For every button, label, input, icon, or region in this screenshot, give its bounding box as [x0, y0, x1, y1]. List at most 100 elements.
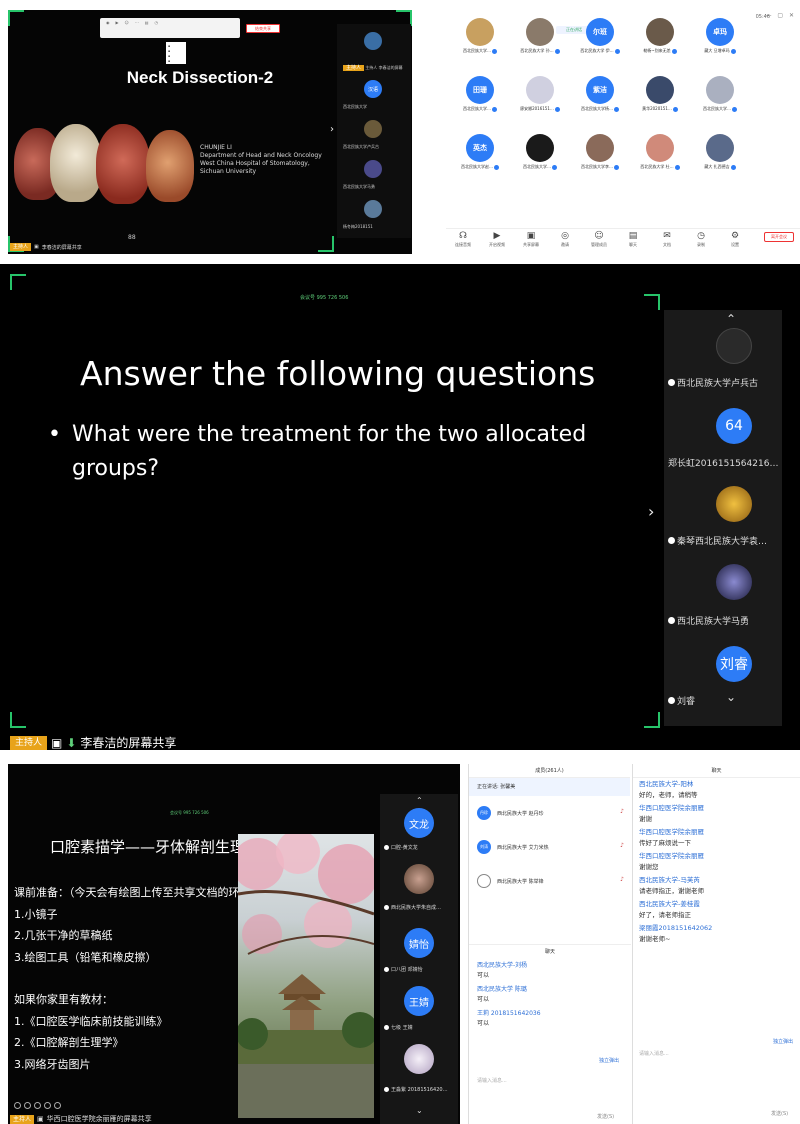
member-row[interactable]: 西北民族大学 陈举锋 ♪	[469, 864, 630, 898]
share-toolbar[interactable]: ◉ ▶ ☺ ⋯ ▤ ◷	[100, 18, 240, 38]
meeting-id-label: 会议号 995 726 506	[170, 810, 209, 815]
participant-tile[interactable]: 西北民族大学 杜…	[630, 134, 690, 174]
slide-line: 1.《口腔医学临床前技能训练》	[14, 1014, 168, 1028]
chevron-right-icon[interactable]: ›	[330, 124, 334, 135]
avatar	[706, 134, 734, 162]
avatar: 汉语	[364, 80, 382, 98]
eraser-icon[interactable]	[34, 1102, 41, 1109]
invite-button[interactable]: ◎ 邀请	[552, 231, 578, 248]
toolbar-dropdown-menu[interactable]: ▪ ▪ ▪ ▪	[166, 42, 186, 64]
members-icon[interactable]: ☺	[125, 20, 129, 36]
chevron-down-icon[interactable]: ⌄	[416, 1106, 423, 1115]
participant-name: 藏大 旦增卓玛	[690, 48, 750, 54]
avatar: 刘涛	[477, 840, 491, 854]
stop-share-button[interactable]: 结束共享	[246, 24, 280, 33]
slide-title: 口腔素描学——牙体解剖生理	[50, 838, 246, 856]
video-tile-label: 七级 王婧	[384, 1024, 413, 1031]
participant-tile[interactable]: 西北民族大学…	[450, 18, 510, 58]
avatar[interactable]: 王婧	[404, 986, 434, 1016]
slide-author-block: CHUNJIE LI Department of Head and Neck O…	[200, 144, 322, 176]
slide-page-mark: 88	[128, 234, 136, 241]
participant-tile[interactable]: 田珊 西北民族大学…	[450, 76, 510, 116]
mic-muted-icon[interactable]: ♪	[620, 876, 624, 883]
chat-icon[interactable]: ▤	[145, 20, 149, 36]
avatar[interactable]: 文龙	[404, 808, 434, 838]
participant-tile[interactable]: 西北民族大学 孙…	[510, 18, 570, 58]
settings-button[interactable]: ⚙ 设置	[722, 231, 748, 248]
video-button[interactable]: ▶ 开启视频	[484, 231, 510, 248]
mic-icon	[674, 164, 680, 170]
share-frame-corner	[10, 274, 26, 290]
chevron-up-icon[interactable]: ⌃	[726, 312, 736, 326]
participant-tile[interactable]: 尔班 西北民族大学 伊…	[570, 18, 630, 58]
brush-icon[interactable]	[24, 1102, 31, 1109]
member-row[interactable]: 刘涛 西北民族大学 艾力米热 ♪	[469, 830, 630, 864]
window-controls[interactable]: — ▢ ✕	[765, 12, 796, 19]
members-button[interactable]: ☺ 管理成员	[586, 231, 612, 248]
share-screen-button[interactable]: ▣ 共享屏幕	[518, 231, 544, 248]
avatar	[466, 18, 494, 46]
participant-tile[interactable]: 藏大 扎西德吉	[690, 134, 750, 174]
mic-icon[interactable]: ◉	[106, 20, 110, 36]
participant-tile[interactable]: 黄华2020151…	[630, 76, 690, 116]
more-icon[interactable]: ⋯	[135, 20, 139, 36]
bullet-text: What were the treatment for the two allo…	[72, 422, 587, 481]
documents-button[interactable]: ✉ 文档	[654, 231, 680, 248]
undo-icon[interactable]	[44, 1102, 51, 1109]
participant-name: 西北民族大学 杜…	[630, 164, 690, 170]
author-line: Sichuan University	[200, 168, 257, 175]
avatar[interactable]	[716, 564, 752, 600]
participant-tile[interactable]: 卓玛 藏大 旦增卓玛	[690, 18, 750, 58]
participant-name: 勒杨~别来无恙	[630, 48, 690, 54]
video-tile-label: 西北民族大学卢兵古	[343, 144, 379, 149]
audio-button[interactable]: ☊ 连接音频	[450, 231, 476, 248]
popout-link[interactable]: 独立弹出	[773, 1038, 793, 1045]
mic-muted-icon[interactable]: ♪	[620, 842, 624, 849]
avatar[interactable]	[716, 486, 752, 522]
chevron-down-icon[interactable]: ⌄	[726, 690, 736, 704]
mic-icon	[614, 106, 619, 112]
avatar[interactable]: 婧怡	[404, 928, 434, 958]
camera-icon: ▶	[493, 231, 501, 241]
chevron-up-icon[interactable]: ⌃	[416, 796, 423, 805]
chat-input[interactable]: 请输入消息...	[477, 1077, 507, 1084]
participant-name: 廖安娜2016151…	[510, 106, 570, 112]
avatar	[526, 134, 554, 162]
annotation-tools[interactable]	[14, 1102, 61, 1109]
participant-name: 西北民族大学…	[690, 106, 750, 112]
participant-tile[interactable]: 西北民族大学李…	[570, 134, 630, 174]
member-name: 西北民族大学 陈举锋	[497, 878, 544, 885]
avatar	[526, 76, 554, 104]
send-button[interactable]: 发送(S)	[771, 1110, 788, 1117]
video-icon[interactable]: ▶	[116, 20, 119, 36]
leave-meeting-button[interactable]: 离开会议	[764, 232, 794, 242]
pen-icon[interactable]	[14, 1102, 21, 1109]
participant-tile[interactable]: 紫洁 西北民族大学杨…	[570, 76, 630, 116]
mic-muted-icon[interactable]: ♪	[620, 808, 624, 815]
participant-tile[interactable]: 西北民族大学…	[690, 76, 750, 116]
slide-line: 2.《口腔解剖生理学》	[14, 1036, 124, 1049]
avatar[interactable]	[716, 328, 752, 364]
screen-share-icon: ▣	[51, 735, 63, 750]
avatar	[364, 32, 382, 50]
participant-tile[interactable]: 廖安娜2016151…	[510, 76, 570, 116]
record-icon[interactable]: ◷	[155, 20, 159, 36]
participant-tile[interactable]: 勒杨~别来无恙	[630, 18, 690, 58]
avatar[interactable]	[404, 1044, 434, 1074]
participant-tile[interactable]: 英杰 西北民族大学赵…	[450, 134, 510, 174]
avatar[interactable]: 刘睿	[716, 646, 752, 682]
avatar[interactable]: 64	[716, 408, 752, 444]
video-tile[interactable]	[340, 28, 410, 64]
send-button[interactable]: 发送(S)	[597, 1113, 614, 1120]
popout-link[interactable]: 独立弹出	[599, 1057, 619, 1064]
chat-button[interactable]: ▤ 聊天	[620, 231, 646, 248]
participant-name: 西北民族大学…	[450, 48, 510, 54]
avatar[interactable]	[404, 864, 434, 894]
member-row[interactable]: 丹珍 西北民族大学 赵丹珍 ♪	[469, 796, 630, 830]
chat-input[interactable]: 请输入消息...	[639, 1050, 669, 1057]
chevron-right-icon[interactable]: ›	[648, 502, 654, 521]
close-icon[interactable]	[54, 1102, 61, 1109]
participant-tile[interactable]: 西北民族大学…	[510, 134, 570, 174]
record-button[interactable]: ◷ 录制	[688, 231, 714, 248]
video-tile-label: 口八团 邓婧怡	[384, 966, 423, 973]
